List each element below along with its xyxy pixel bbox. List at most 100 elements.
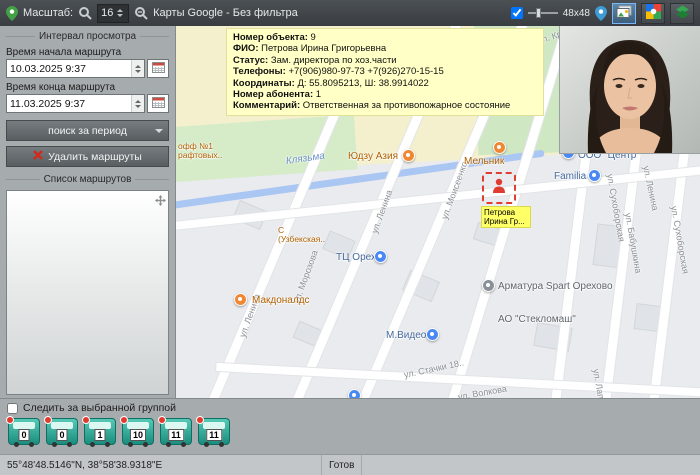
alert-dot-icon <box>44 416 52 424</box>
tracker-count: 11 <box>168 429 184 441</box>
tracker-count: 11 <box>206 429 222 441</box>
follow-group-row: Следить за выбранной группой <box>7 402 693 414</box>
place-label: ТЦ Орех <box>336 253 376 263</box>
poi-icon[interactable] <box>426 328 439 341</box>
poi-icon[interactable] <box>348 389 361 398</box>
sidebar: Интервал просмотра Время начала маршрута… <box>0 26 176 398</box>
poi-icon[interactable] <box>482 279 495 292</box>
place-label: Юдзу Азия <box>348 152 398 162</box>
tracker-item[interactable]: 10 <box>122 418 154 445</box>
slider-handle[interactable] <box>536 8 541 18</box>
tracker-list: 0 0 1 10 11 11 <box>8 418 693 445</box>
info-label: Телефоны: <box>233 66 286 77</box>
tracker-count: 1 <box>94 429 105 441</box>
delete-routes-label: Удалить маршруты <box>48 151 142 163</box>
info-value: Зам. директора по хоз.части <box>271 55 397 66</box>
start-time-label: Время начала маршрута <box>6 47 169 58</box>
marker-size-icon[interactable] <box>595 6 607 21</box>
tracker-item[interactable]: 11 <box>198 418 230 445</box>
info-label: Комментарий: <box>233 100 300 111</box>
place-sub: рафтовых.. <box>178 151 222 160</box>
start-time-field[interactable] <box>6 59 145 78</box>
end-calendar-button[interactable] <box>147 94 169 113</box>
google-maps-icon <box>646 4 661 22</box>
info-label: ФИО: <box>233 43 259 54</box>
tracker-item[interactable]: 1 <box>84 418 116 445</box>
alert-dot-icon <box>120 416 128 424</box>
info-value: Ответственная за противопожарное состоян… <box>303 100 511 111</box>
start-calendar-button[interactable] <box>147 59 169 78</box>
info-value: +7(906)980-97-73 +7(926)270-15-15 <box>288 66 443 77</box>
info-value: 1 <box>316 89 321 100</box>
end-time-field[interactable] <box>6 94 145 113</box>
tracker-count: 0 <box>18 429 29 441</box>
map-layers-button[interactable] <box>670 3 694 24</box>
zoom-level-value: 16 <box>101 7 113 19</box>
place-sub: (Узбекская.. <box>278 235 325 244</box>
calendar-icon <box>152 61 165 76</box>
poi-icon[interactable] <box>374 250 387 263</box>
start-time-spinner-icon[interactable] <box>131 60 144 77</box>
main-area: Интервал просмотра Время начала маршрута… <box>0 26 700 398</box>
photos-icon <box>616 5 632 22</box>
alert-dot-icon <box>196 416 204 424</box>
place-label: М.Видео <box>386 331 426 341</box>
person-photo <box>560 26 700 153</box>
photos-button[interactable] <box>612 3 636 24</box>
red-x-icon <box>33 150 43 163</box>
tracker-item[interactable]: 0 <box>8 418 40 445</box>
search-period-button[interactable]: поиск за период <box>6 120 169 141</box>
icon-size-slider[interactable] <box>528 8 558 18</box>
tracker-count: 0 <box>56 429 67 441</box>
start-time-row <box>6 59 169 78</box>
poi-icon[interactable] <box>234 293 247 306</box>
tracker-panel: Следить за выбранной группой 0 0 1 10 11… <box>0 398 700 454</box>
poi-icon[interactable] <box>402 149 415 162</box>
info-row: Телефоны: +7(906)980-97-73 +7(926)270-15… <box>233 66 537 77</box>
poi-icon[interactable] <box>588 169 601 182</box>
status-bar: 55°48'48.5146"N, 38°58'38.9318"E Готов <box>0 454 700 475</box>
map-source-label: Карты Google - Без фильтра <box>153 7 298 19</box>
street-label: ул. Волкова <box>457 384 507 398</box>
info-value: 9 <box>311 32 316 43</box>
poi-icon[interactable] <box>493 141 506 154</box>
status-text: Готов <box>322 455 362 475</box>
zoom-spinner-icon[interactable] <box>117 9 123 17</box>
show-labels-checkbox[interactable] <box>511 7 523 19</box>
start-time-input[interactable] <box>7 63 131 75</box>
alert-dot-icon <box>158 416 166 424</box>
info-label: Номер объекта: <box>233 32 308 43</box>
follow-group-label: Следить за выбранной группой <box>23 402 176 414</box>
place-label: АО "Стекломаш" <box>498 315 576 325</box>
google-maps-button[interactable] <box>641 3 665 24</box>
info-label: Координаты: <box>233 78 295 89</box>
tracker-item[interactable]: 11 <box>160 418 192 445</box>
calendar-icon <box>152 96 165 111</box>
zoom-in-icon[interactable] <box>134 6 148 20</box>
layers-icon <box>675 5 690 22</box>
place-label: С(Узбекская.. <box>278 226 325 244</box>
routes-list-title: Список маршрутов <box>6 174 169 185</box>
info-value: Д: 55.8095213, Ш: 38.9914022 <box>297 78 428 89</box>
info-value: Петрова Ирина Григорьевна <box>261 43 386 54</box>
zoom-level-select[interactable]: 16 <box>97 4 129 23</box>
delete-routes-button[interactable]: Удалить маршруты <box>6 146 169 167</box>
info-row: Комментарий: Ответственная за противопож… <box>233 100 537 111</box>
end-time-label: Время конца маршрута <box>6 82 169 93</box>
tracker-item[interactable]: 0 <box>46 418 78 445</box>
tracked-object-marker[interactable] <box>482 172 516 204</box>
end-time-input[interactable] <box>7 98 131 110</box>
map-canvas[interactable]: ул. Красина ул. Ленина ул. Сухоборская у… <box>176 26 700 398</box>
end-time-row <box>6 94 169 113</box>
person-marker-icon <box>491 177 507 200</box>
zoom-out-icon[interactable] <box>78 6 92 20</box>
marker-name-label[interactable]: Петрова Ирина Гр... <box>482 207 530 227</box>
icon-size-label: 48x48 <box>563 8 590 19</box>
follow-group-checkbox[interactable] <box>7 403 18 414</box>
routes-list[interactable] <box>6 190 169 395</box>
scale-label: Масштаб: <box>23 7 73 19</box>
move-resize-icon[interactable] <box>155 193 166 211</box>
end-time-spinner-icon[interactable] <box>131 95 144 112</box>
place-label: Мельник <box>464 157 504 167</box>
interval-group-title: Интервал просмотра <box>6 31 169 42</box>
